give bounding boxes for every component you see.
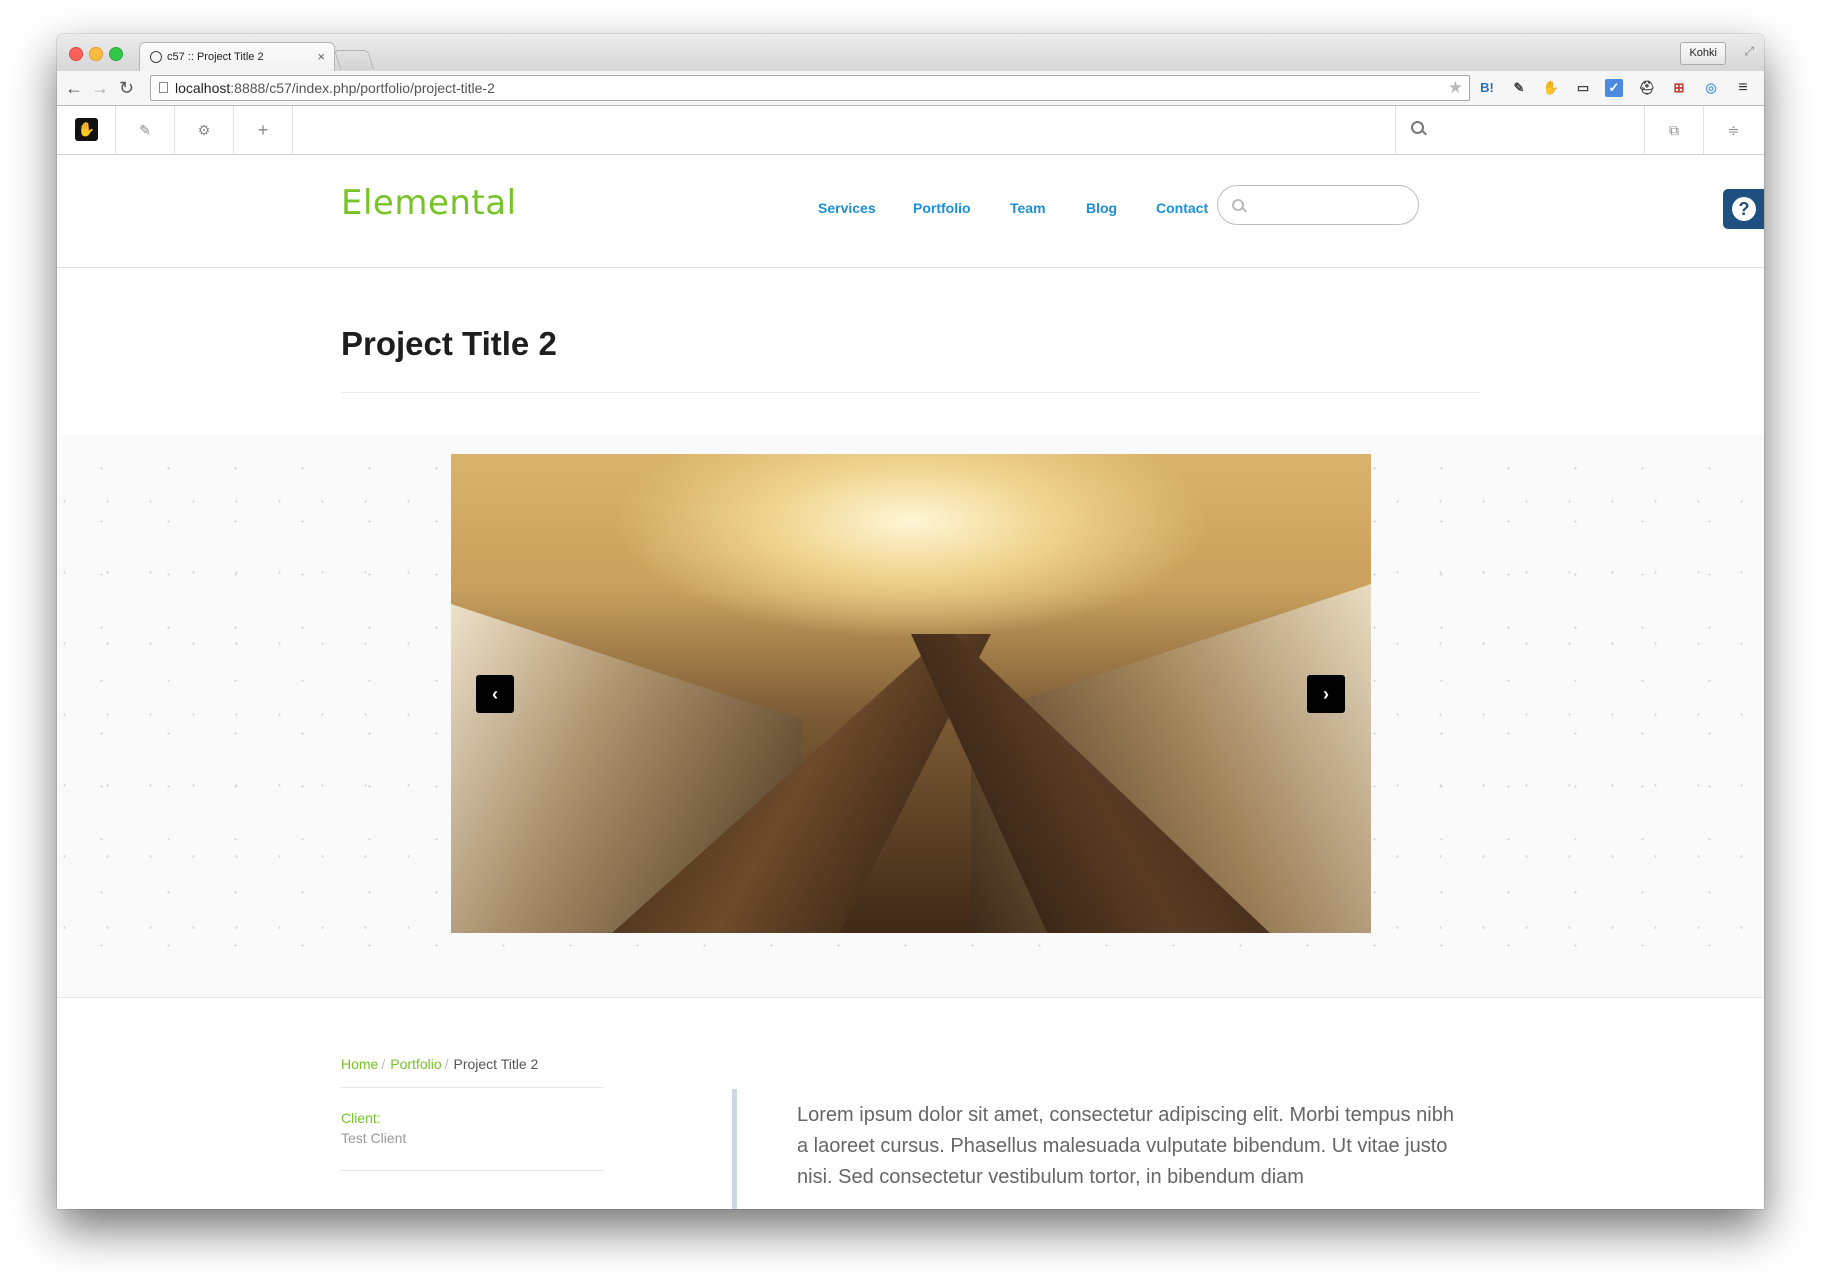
browser-toolbar: ← → ↻ localhost:8888/c57/index.php/portf… — [57, 71, 1764, 106]
gallery-slide-image: ‹ › — [451, 454, 1371, 933]
checkmark-extension-icon[interactable]: ✓ — [1605, 79, 1623, 97]
helmet-extension-icon[interactable]: ⛑ — [1637, 78, 1657, 98]
back-arrow-icon[interactable]: ← — [65, 77, 83, 99]
hatena-bookmark-icon[interactable]: B! — [1477, 78, 1497, 98]
nav-link-portfolio[interactable]: Portfolio — [913, 200, 971, 216]
edit-pencil-icon[interactable]: ✎ — [116, 106, 175, 154]
slide-next-chevron-icon[interactable]: › — [1307, 675, 1345, 713]
dashboard-panel-icon[interactable]: ≑ — [1704, 106, 1763, 154]
evernote-extension-icon[interactable]: ✋ — [1541, 78, 1561, 98]
bookmark-star-icon[interactable]: ★ — [1448, 78, 1463, 98]
site-header: Elemental Services Portfolio Team Blog C… — [57, 155, 1764, 268]
camera-extension-icon[interactable]: ◎ — [1701, 78, 1721, 98]
new-tab-button[interactable] — [333, 50, 375, 69]
cms-search-field[interactable] — [1395, 106, 1645, 154]
sitemap-pages-icon[interactable]: ⧉ — [1645, 106, 1704, 154]
window-minimize-button[interactable] — [89, 47, 103, 61]
web-page: Elemental Services Portfolio Team Blog C… — [57, 155, 1764, 1209]
concrete5-logo-icon: ✋ — [75, 118, 98, 141]
profile-button[interactable]: Kohki — [1680, 42, 1726, 65]
tab-close-icon[interactable]: × — [317, 49, 325, 64]
address-bar[interactable]: localhost:8888/c57/index.php/portfolio/p… — [150, 75, 1470, 101]
nav-link-blog[interactable]: Blog — [1086, 200, 1117, 216]
project-description: Lorem ipsum dolor sit amet, consectetur … — [797, 1104, 1454, 1188]
browser-tab[interactable]: c57 :: Project Title 2 × — [139, 42, 335, 71]
url-text: localhost:8888/c57/index.php/portfolio/p… — [175, 80, 495, 96]
meta-divider — [341, 1170, 604, 1171]
site-brand-logo[interactable]: Elemental — [341, 183, 517, 223]
forward-arrow-icon[interactable]: → — [91, 77, 109, 99]
nav-link-services[interactable]: Services — [818, 200, 876, 216]
pocket-extension-icon[interactable]: ⊞ — [1669, 78, 1689, 98]
page-icon — [159, 82, 168, 93]
gallery-band: ‹ › — [57, 435, 1764, 998]
tab-strip: c57 :: Project Title 2 × Kohki ⤢ — [57, 34, 1764, 71]
nav-link-contact[interactable]: Contact — [1156, 200, 1208, 216]
help-question-icon: ? — [1732, 197, 1756, 221]
eyedropper-extension-icon[interactable]: ✎ — [1509, 78, 1529, 98]
slide-prev-chevron-icon[interactable]: ‹ — [476, 675, 514, 713]
reload-icon[interactable]: ↻ — [119, 77, 134, 99]
breadcrumb: Home / Portfolio / Project Title 2 — [341, 1056, 538, 1072]
meta-divider — [341, 1087, 604, 1088]
body-quote-bar — [732, 1089, 737, 1209]
add-content-plus-icon[interactable]: + — [234, 106, 293, 154]
breadcrumb-home-link[interactable]: Home — [341, 1056, 378, 1072]
fullscreen-icon[interactable]: ⤢ — [1744, 44, 1754, 59]
search-icon — [1411, 121, 1424, 134]
window-zoom-button[interactable] — [109, 47, 123, 61]
page-settings-gear-icon[interactable]: ⚙ — [175, 106, 234, 154]
cms-logo-button[interactable]: ✋ — [57, 106, 116, 154]
site-search-input[interactable] — [1217, 185, 1419, 225]
client-value: Test Client — [341, 1130, 407, 1146]
breadcrumb-separator: / — [381, 1056, 386, 1072]
breadcrumb-portfolio-link[interactable]: Portfolio — [390, 1056, 441, 1072]
tab-title: c57 :: Project Title 2 — [167, 51, 264, 63]
chrome-menu-icon[interactable]: ≡ — [1733, 78, 1753, 98]
browser-window: c57 :: Project Title 2 × Kohki ⤢ ← → ↻ l… — [57, 34, 1764, 1209]
client-label: Client: — [341, 1110, 381, 1126]
breadcrumb-separator: / — [444, 1056, 449, 1072]
page-title: Project Title 2 — [341, 325, 557, 362]
help-button[interactable]: ? — [1723, 189, 1764, 229]
nav-link-team[interactable]: Team — [1010, 200, 1046, 216]
window-close-button[interactable] — [69, 47, 83, 61]
cms-toolbar: ✋ ✎ ⚙ + ⧉ ≑ — [57, 106, 1764, 155]
breadcrumb-current: Project Title 2 — [453, 1056, 539, 1072]
site-favicon-icon — [150, 51, 162, 63]
ruler-extension-icon[interactable]: ▭ — [1573, 78, 1593, 98]
title-divider — [341, 392, 1481, 393]
search-icon — [1232, 199, 1244, 211]
